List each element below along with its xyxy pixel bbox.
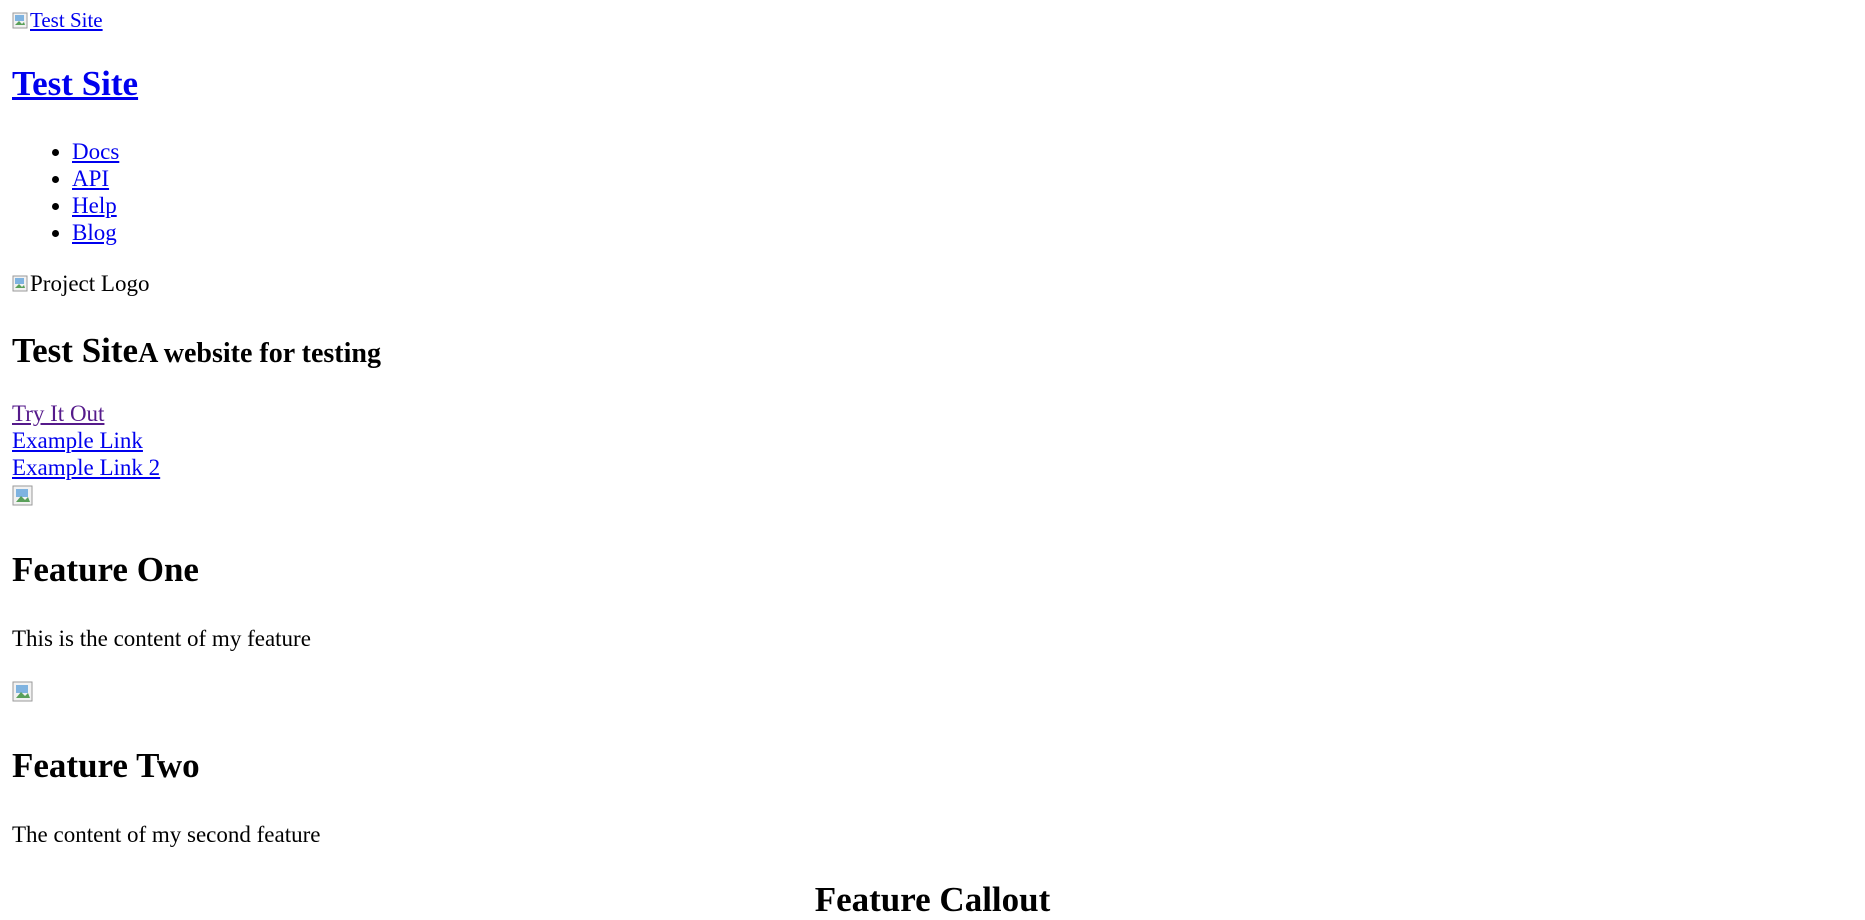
site-title-link[interactable]: Test Site: [12, 64, 138, 103]
project-logo: Project Logo: [12, 271, 149, 297]
hero-tagline: A website for testing: [138, 338, 381, 369]
hero-title: Test SiteA website for testing: [12, 331, 381, 371]
feature-one-title: Feature One: [12, 550, 199, 589]
nav-link-blog[interactable]: Blog: [72, 220, 117, 245]
site-logo-alt: Test Site: [30, 8, 103, 32]
hero-buttons: Try It Out Example Link Example Link 2: [12, 400, 160, 481]
broken-image-icon: [12, 485, 33, 506]
nav-link-api[interactable]: API: [72, 166, 109, 191]
broken-image-icon: [12, 275, 30, 293]
broken-image-icon: [12, 12, 30, 30]
hero-title-text: Test Site: [12, 331, 139, 370]
broken-image-icon: [12, 681, 33, 702]
try-it-out-link[interactable]: Try It Out: [12, 400, 160, 427]
feature-two-title: Feature Two: [12, 746, 200, 785]
feature-two-content: The content of my second feature: [12, 822, 321, 847]
feature-callout-title: Feature Callout: [814, 880, 1051, 919]
nav-link-docs[interactable]: Docs: [72, 139, 119, 164]
nav-item-help: Help: [72, 192, 119, 219]
example-link-2[interactable]: Example Link 2: [12, 454, 160, 481]
nav-item-blog: Blog: [72, 219, 119, 246]
feature-one-content: This is the content of my feature: [12, 626, 311, 651]
site-title: Test Site: [12, 64, 138, 104]
feature-one-image: [12, 484, 36, 513]
example-link[interactable]: Example Link: [12, 427, 160, 454]
feature-two-image: [12, 680, 36, 709]
site-logo-link[interactable]: Test Site: [12, 8, 103, 33]
nav-link-help[interactable]: Help: [72, 193, 117, 218]
nav-item-docs: Docs: [72, 138, 119, 165]
project-logo-alt: Project Logo: [30, 271, 150, 296]
nav-item-api: API: [72, 165, 119, 192]
main-nav: Docs API Help Blog: [12, 138, 119, 246]
